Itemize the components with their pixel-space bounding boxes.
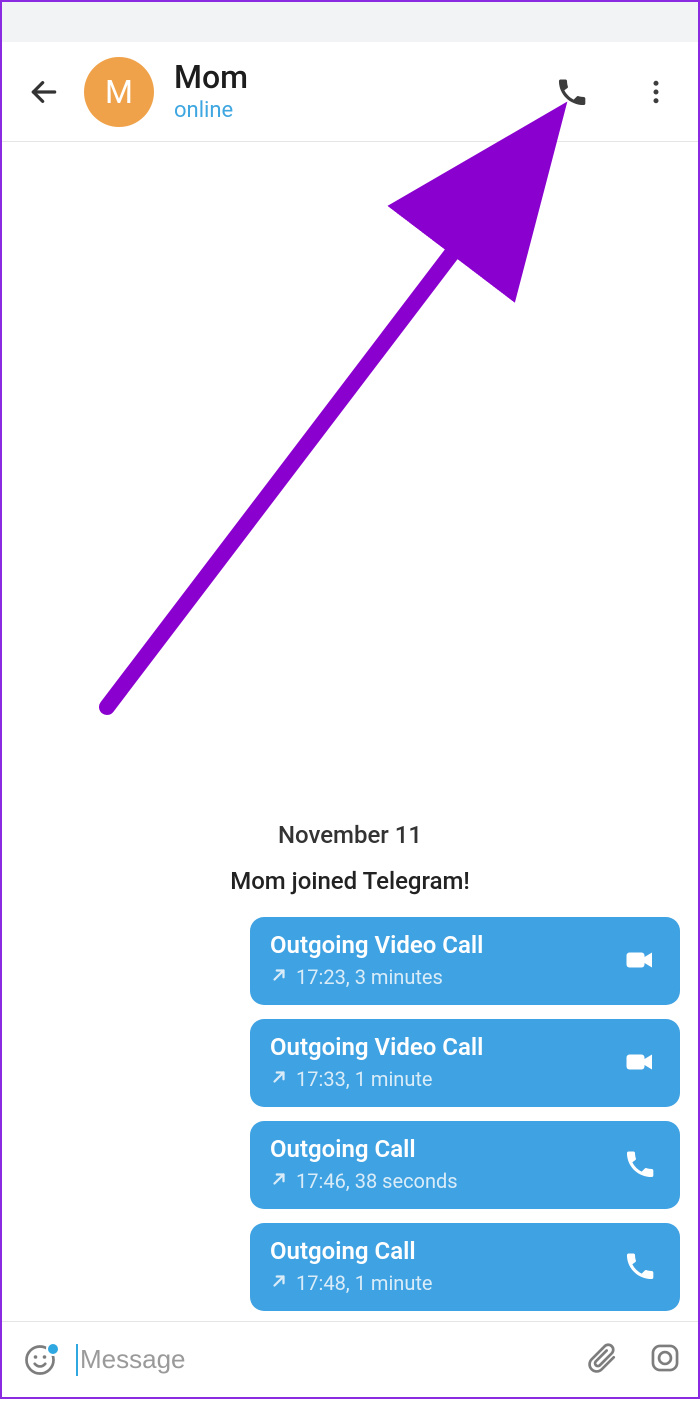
input-bar (2, 1321, 698, 1397)
message-list: November 11 Mom joined Telegram! Outgoin… (2, 811, 698, 1321)
arrow-left-icon (28, 76, 60, 108)
app-frame: M Mom online November 11 Mom joined Tele… (0, 0, 700, 1399)
more-vertical-icon (641, 77, 671, 107)
call-bubble[interactable]: Outgoing Call 17:48, 1 minute (250, 1223, 680, 1311)
call-meta: 17:23, 3 minutes (270, 965, 483, 989)
contact-status: online (174, 98, 550, 123)
input-right-actions (584, 1341, 682, 1379)
call-bubbles: Outgoing Video Call17:23, 3 minutesOutgo… (20, 917, 680, 1311)
outgoing-arrow-icon (270, 1169, 288, 1193)
date-divider: November 11 (278, 821, 422, 849)
text-caret (76, 1344, 78, 1376)
call-texts: Outgoing Video Call 17:33, 1 minute (270, 1033, 483, 1091)
more-menu-button[interactable] (634, 70, 678, 114)
avatar-initial: M (105, 73, 133, 111)
call-time-duration: 17:33, 1 minute (296, 1067, 433, 1091)
call-meta: 17:46, 38 seconds (270, 1169, 458, 1193)
system-message: Mom joined Telegram! (230, 867, 470, 895)
video-icon (620, 1042, 660, 1082)
call-meta: 17:48, 1 minute (270, 1271, 433, 1295)
call-texts: Outgoing Call 17:48, 1 minute (270, 1237, 433, 1295)
outgoing-arrow-icon (270, 1067, 288, 1091)
message-input[interactable] (80, 1344, 570, 1375)
record-button[interactable] (648, 1341, 682, 1379)
outgoing-arrow-icon (270, 965, 288, 989)
emoji-button[interactable] (18, 1338, 62, 1382)
chat-header: M Mom online (2, 42, 698, 142)
call-title: Outgoing Call (270, 1237, 433, 1265)
call-texts: Outgoing Video Call 17:23, 3 minutes (270, 931, 483, 989)
call-bubble[interactable]: Outgoing Call 17:46, 38 seconds (250, 1121, 680, 1209)
contact-name: Mom (174, 60, 550, 95)
call-time-duration: 17:23, 3 minutes (296, 965, 443, 989)
call-button[interactable] (550, 70, 594, 114)
back-button[interactable] (22, 70, 66, 114)
call-time-duration: 17:46, 38 seconds (296, 1169, 458, 1193)
paperclip-icon (584, 1341, 618, 1375)
contact-avatar[interactable]: M (84, 57, 154, 127)
header-actions (550, 70, 678, 114)
contact-title-block[interactable]: Mom online (174, 60, 550, 122)
notification-dot (46, 1342, 60, 1356)
video-icon (620, 940, 660, 980)
call-title: Outgoing Video Call (270, 931, 483, 959)
call-meta: 17:33, 1 minute (270, 1067, 483, 1091)
phone-icon (620, 1144, 660, 1184)
call-bubble[interactable]: Outgoing Video Call 17:33, 1 minute (250, 1019, 680, 1107)
message-input-wrap[interactable] (76, 1344, 570, 1376)
phone-icon (555, 75, 589, 109)
phone-icon (620, 1246, 660, 1286)
call-texts: Outgoing Call 17:46, 38 seconds (270, 1135, 458, 1193)
status-bar (2, 2, 698, 42)
camera-shutter-icon (648, 1341, 682, 1375)
attach-button[interactable] (584, 1341, 618, 1379)
call-title: Outgoing Call (270, 1135, 458, 1163)
call-bubble[interactable]: Outgoing Video Call 17:23, 3 minutes (250, 917, 680, 1005)
call-title: Outgoing Video Call (270, 1033, 483, 1061)
call-time-duration: 17:48, 1 minute (296, 1271, 433, 1295)
outgoing-arrow-icon (270, 1271, 288, 1295)
chat-area[interactable]: November 11 Mom joined Telegram! Outgoin… (2, 142, 698, 1321)
